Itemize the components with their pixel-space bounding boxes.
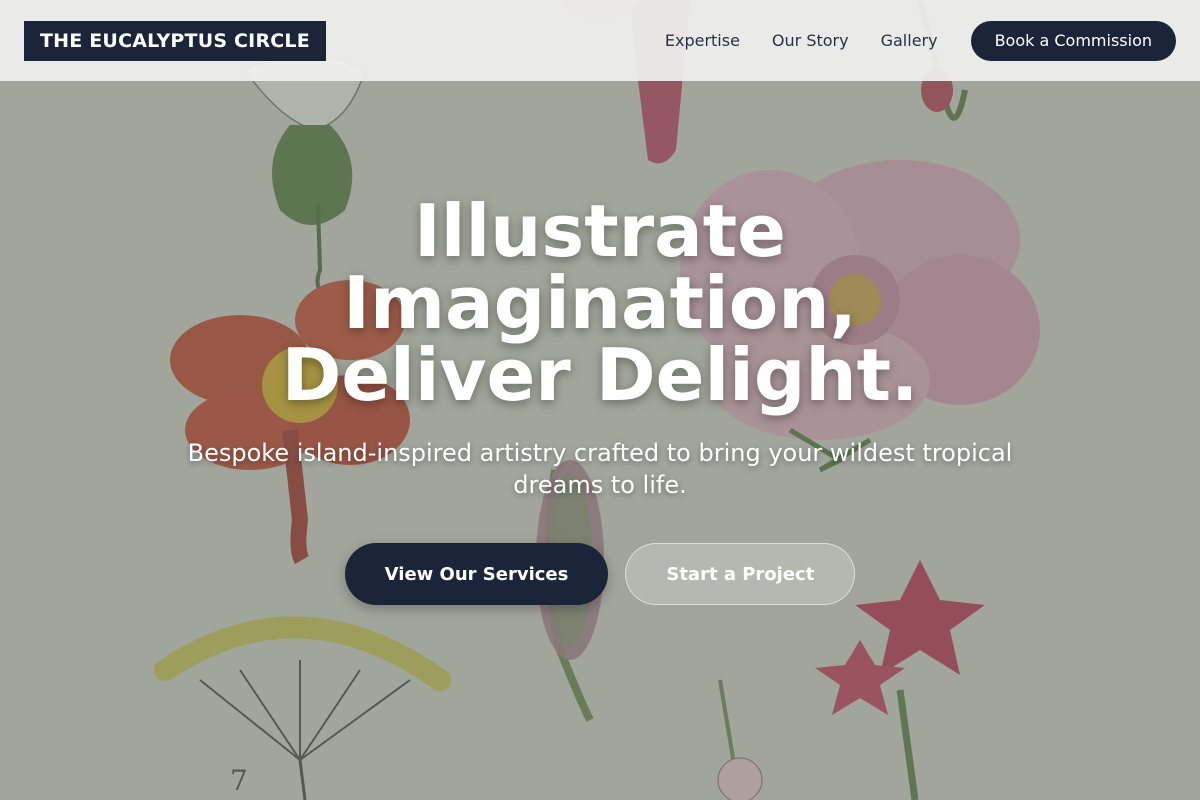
book-commission-button[interactable]: Book a Commission — [970, 20, 1176, 61]
hero-title-line-3: Deliver Delight. — [281, 333, 919, 417]
nav-link-gallery[interactable]: Gallery — [881, 31, 938, 50]
hero-title-line-2: Imagination, — [343, 261, 857, 345]
nav-link-our-story[interactable]: Our Story — [772, 31, 849, 50]
start-project-button[interactable]: Start a Project — [625, 543, 856, 605]
hero-title: Illustrate Imagination, Deliver Delight. — [0, 195, 1200, 411]
hero-title-line-1: Illustrate — [413, 189, 787, 273]
main-nav: Expertise Our Story Gallery Book a Commi… — [665, 20, 1176, 61]
hero-section: Illustrate Imagination, Deliver Delight.… — [0, 195, 1200, 605]
site-header: THE EUCALYPTUS CIRCLE Expertise Our Stor… — [0, 0, 1200, 81]
hero-subtitle: Bespoke island-inspired artistry crafted… — [187, 439, 1013, 499]
brand-logo[interactable]: THE EUCALYPTUS CIRCLE — [24, 20, 326, 61]
nav-link-expertise[interactable]: Expertise — [665, 31, 740, 50]
view-services-button[interactable]: View Our Services — [344, 543, 609, 605]
hero-button-group: View Our Services Start a Project — [0, 543, 1200, 605]
